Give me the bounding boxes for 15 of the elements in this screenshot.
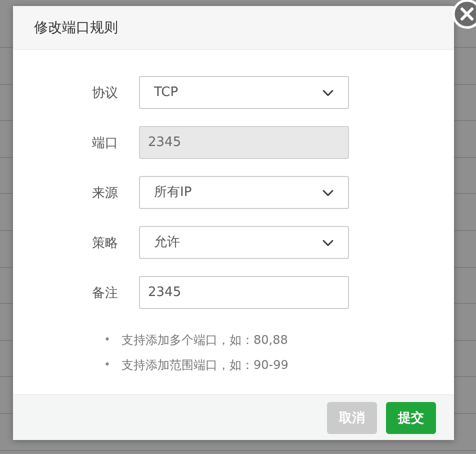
field-label: 端口 [92, 134, 119, 152]
hint-text: 支持添加多个端口，如：80,88 [122, 332, 288, 349]
field-label: 策略 [92, 234, 119, 252]
bullet: • [104, 357, 110, 373]
input-field[interactable]: 2345 [139, 276, 349, 309]
dropdown[interactable]: 所有IP [139, 176, 349, 209]
dropdown[interactable]: 允许 [139, 226, 349, 259]
field-label: 备注 [92, 284, 119, 302]
dropdown[interactable]: TCP [139, 76, 349, 109]
hint-text: 支持添加范围端口，如：90-99 [122, 357, 288, 374]
dialog-title: 修改端口规则 [34, 18, 118, 37]
bullet: • [104, 332, 110, 348]
field-label: 协议 [92, 84, 119, 102]
field-label: 来源 [92, 184, 119, 202]
close-icon[interactable] [452, 0, 476, 29]
